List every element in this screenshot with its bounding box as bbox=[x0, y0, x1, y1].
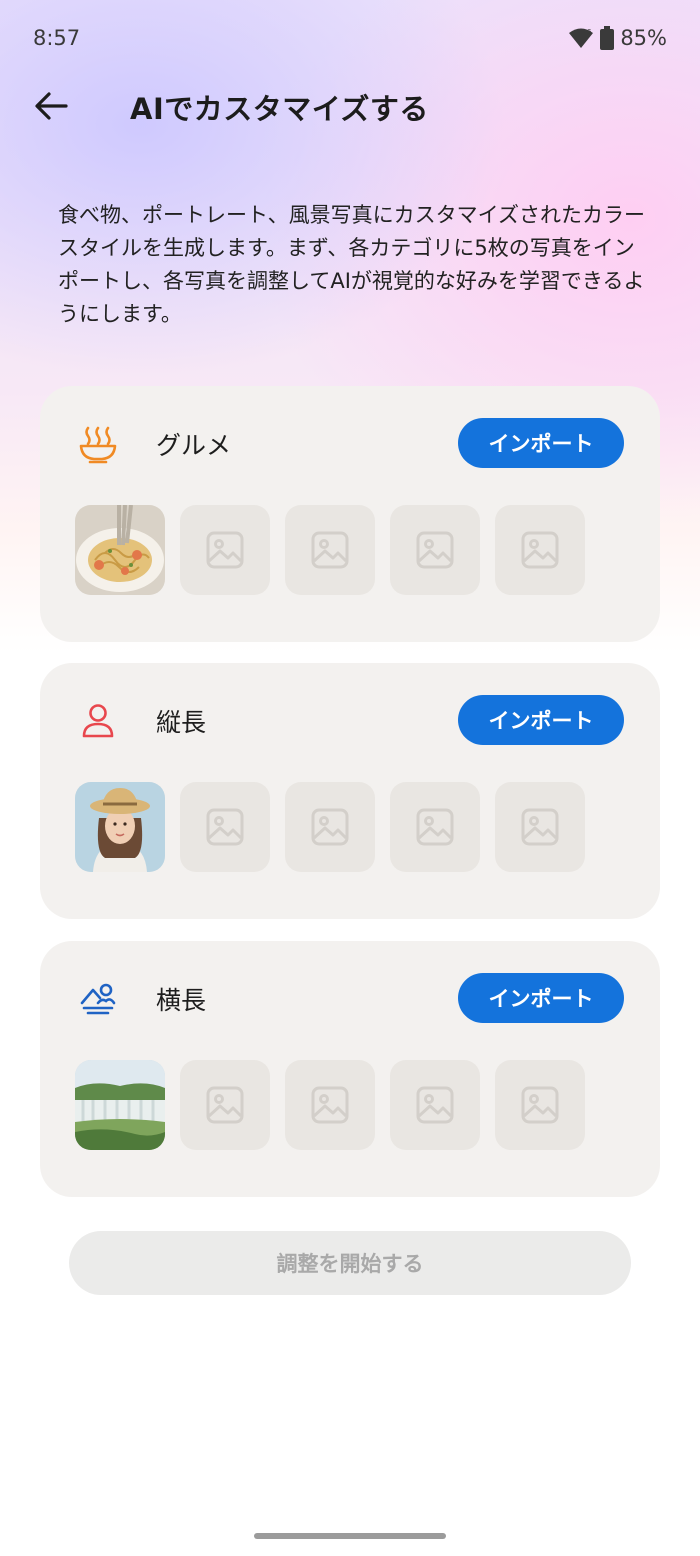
photo-thumbnail-waterfall[interactable] bbox=[75, 1060, 165, 1150]
image-placeholder-icon bbox=[311, 531, 349, 569]
photo-slots bbox=[75, 782, 585, 872]
empty-photo-slot[interactable] bbox=[180, 782, 270, 872]
status-time: 8:57 bbox=[33, 26, 81, 50]
person-icon bbox=[78, 701, 118, 741]
image-placeholder-icon bbox=[416, 808, 454, 846]
food-bowl-icon bbox=[78, 424, 118, 464]
start-adjustment-button[interactable]: 調整を開始する bbox=[69, 1231, 631, 1295]
category-card-portrait: 縦長 インポート bbox=[40, 663, 660, 919]
category-card-landscape: 横長 インポート bbox=[40, 941, 660, 1197]
empty-photo-slot[interactable] bbox=[495, 782, 585, 872]
photo-slots bbox=[75, 505, 585, 595]
empty-photo-slot[interactable] bbox=[390, 1060, 480, 1150]
empty-photo-slot[interactable] bbox=[285, 782, 375, 872]
arrow-left-icon bbox=[35, 92, 68, 120]
empty-photo-slot[interactable] bbox=[390, 782, 480, 872]
image-placeholder-icon bbox=[206, 808, 244, 846]
empty-photo-slot[interactable] bbox=[285, 1060, 375, 1150]
page-title: AIでカスタマイズする bbox=[130, 92, 429, 126]
import-button-portrait[interactable]: インポート bbox=[458, 695, 624, 745]
image-placeholder-icon bbox=[206, 531, 244, 569]
image-placeholder-icon bbox=[416, 531, 454, 569]
photo-thumbnail-portrait[interactable] bbox=[75, 782, 165, 872]
photo-thumbnail-pasta[interactable] bbox=[75, 505, 165, 595]
empty-photo-slot[interactable] bbox=[180, 505, 270, 595]
image-placeholder-icon bbox=[206, 1086, 244, 1124]
svg-text:6: 6 bbox=[587, 28, 592, 36]
category-name: 横長 bbox=[156, 986, 207, 1015]
empty-photo-slot[interactable] bbox=[180, 1060, 270, 1150]
empty-photo-slot[interactable] bbox=[285, 505, 375, 595]
back-button[interactable] bbox=[32, 86, 72, 126]
category-card-food: グルメ インポート bbox=[40, 386, 660, 642]
battery-icon bbox=[600, 26, 615, 50]
image-placeholder-icon bbox=[311, 1086, 349, 1124]
header: AIでカスタマイズする bbox=[0, 78, 700, 138]
battery-percent: 85% bbox=[620, 26, 667, 50]
home-indicator[interactable] bbox=[254, 1533, 446, 1539]
import-button-food[interactable]: インポート bbox=[458, 418, 624, 468]
empty-photo-slot[interactable] bbox=[495, 505, 585, 595]
image-placeholder-icon bbox=[521, 531, 559, 569]
empty-photo-slot[interactable] bbox=[390, 505, 480, 595]
image-placeholder-icon bbox=[521, 1086, 559, 1124]
landscape-icon bbox=[78, 979, 118, 1019]
import-button-landscape[interactable]: インポート bbox=[458, 973, 624, 1023]
image-placeholder-icon bbox=[311, 808, 349, 846]
category-name: 縦長 bbox=[156, 708, 207, 737]
wifi-icon: 6 bbox=[569, 28, 594, 48]
photo-slots bbox=[75, 1060, 585, 1150]
empty-photo-slot[interactable] bbox=[495, 1060, 585, 1150]
status-bar: 8:57 6 85% bbox=[0, 0, 700, 78]
image-placeholder-icon bbox=[416, 1086, 454, 1124]
image-placeholder-icon bbox=[521, 808, 559, 846]
category-name: グルメ bbox=[156, 431, 232, 460]
description-text: 食べ物、ポートレート、風景写真にカスタマイズされたカラースタイルを生成します。ま… bbox=[58, 203, 645, 326]
status-right: 6 85% bbox=[568, 26, 667, 50]
